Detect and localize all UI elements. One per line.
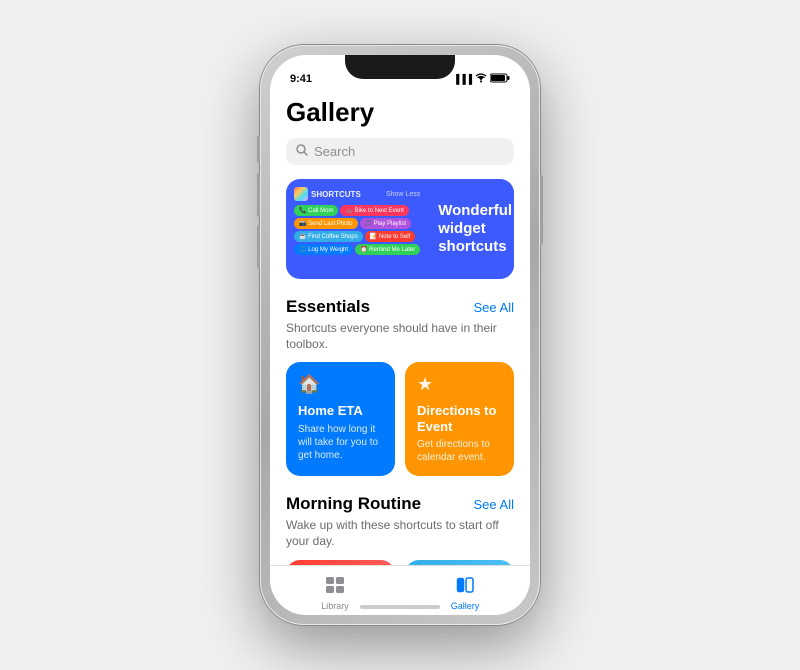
hero-banner[interactable]: SHORTCUTS Show Less 📞 Call Mom 🚲 Bike to… <box>286 179 514 279</box>
library-tab-icon <box>325 576 345 599</box>
shortcut-row-2: 📷 Send Last Photo 🎵 Play Playlist <box>294 218 420 229</box>
notch <box>345 55 455 79</box>
directions-icon: ★ <box>417 374 502 395</box>
home-eta-icon: 🏠 <box>298 374 383 395</box>
screen-content: Gallery Search <box>270 89 530 565</box>
phone-screen: 9:41 ▐▐▐ <box>270 55 530 615</box>
essentials-cards: 🏠 Home ETA Share how long it will take f… <box>286 362 514 476</box>
home-eta-card[interactable]: 🏠 Home ETA Share how long it will take f… <box>286 362 395 476</box>
mute-button <box>257 135 260 163</box>
power-button <box>540 175 543 245</box>
battery-icon <box>490 73 510 85</box>
directions-desc: Get directions to calendar event. <box>417 438 502 464</box>
home-indicator <box>360 605 440 609</box>
essentials-section-header: Essentials See All <box>286 297 514 317</box>
status-icons: ▐▐▐ <box>453 73 510 85</box>
shortcuts-logo: SHORTCUTS <box>294 187 361 201</box>
essentials-description: Shortcuts everyone should have in their … <box>286 321 514 352</box>
phone-frame: 9:41 ▐▐▐ <box>260 45 540 625</box>
morning-section-header: Morning Routine See All <box>286 494 514 514</box>
search-icon <box>296 144 308 159</box>
scroll-area[interactable]: Gallery Search <box>270 89 530 565</box>
shortcut-pill-bike-event[interactable]: 🚲 Bike to Next Event <box>340 205 409 216</box>
show-less-link[interactable]: Show Less <box>386 191 420 198</box>
morning-card-2[interactable]: ✂️ <box>405 560 514 565</box>
shortcut-pill-playlist[interactable]: 🎵 Play Playlist <box>360 218 411 229</box>
essentials-see-all[interactable]: See All <box>474 300 514 315</box>
shortcut-pill-note[interactable]: 📝 Note to Self <box>365 231 416 242</box>
shortcut-pill-send-photo[interactable]: 📷 Send Last Photo <box>294 218 358 229</box>
hero-right-panel: Wonderful widget shortcuts <box>428 179 514 279</box>
page-title: Gallery <box>286 97 514 128</box>
search-bar[interactable]: Search <box>286 138 514 165</box>
library-tab-label: Library <box>321 601 349 611</box>
morning-description: Wake up with these shortcuts to start of… <box>286 518 514 549</box>
shortcuts-app-icon <box>294 187 308 201</box>
search-placeholder: Search <box>314 144 355 159</box>
morning-title: Morning Routine <box>286 494 421 514</box>
status-time: 9:41 <box>290 73 312 85</box>
directions-event-card[interactable]: ★ Directions to Event Get directions to … <box>405 362 514 476</box>
essentials-title: Essentials <box>286 297 370 317</box>
shortcut-row-4: ⚖️ Log My Weight ⏰ Remind Me Later <box>294 244 420 255</box>
shortcut-pills-list: 📞 Call Mom 🚲 Bike to Next Event 📷 Send L… <box>294 205 420 255</box>
hero-tagline: Wonderful widget shortcuts <box>438 202 512 256</box>
home-eta-desc: Share how long it will take for you to g… <box>298 423 383 462</box>
gallery-tab-label: Gallery <box>451 601 480 611</box>
shortcut-row-1: 📞 Call Mom 🚲 Bike to Next Event <box>294 205 420 216</box>
hero-left-panel: SHORTCUTS Show Less 📞 Call Mom 🚲 Bike to… <box>286 179 428 279</box>
home-eta-title: Home ETA <box>298 403 383 419</box>
wifi-icon <box>475 73 487 85</box>
shortcut-pill-call-mom[interactable]: 📞 Call Mom <box>294 205 338 216</box>
gallery-tab-icon <box>455 576 475 599</box>
shortcut-pill-weight[interactable]: ⚖️ Log My Weight <box>294 244 353 255</box>
shortcuts-brand-label: SHORTCUTS <box>311 190 361 199</box>
directions-title: Directions to Event <box>417 403 502 434</box>
shortcut-row-3: ☕ Find Coffee Shops 📝 Note to Self <box>294 231 420 242</box>
volume-up-button <box>257 173 260 217</box>
volume-down-button <box>257 225 260 269</box>
shortcuts-header: SHORTCUTS Show Less <box>294 187 420 201</box>
signal-icon: ▐▐▐ <box>453 74 472 84</box>
shortcut-pill-remind[interactable]: ⏰ Remind Me Later <box>355 244 420 255</box>
morning-card-1[interactable]: ⏰ <box>286 560 395 565</box>
shortcut-pill-coffee[interactable]: ☕ Find Coffee Shops <box>294 231 363 242</box>
morning-see-all[interactable]: See All <box>474 497 514 512</box>
